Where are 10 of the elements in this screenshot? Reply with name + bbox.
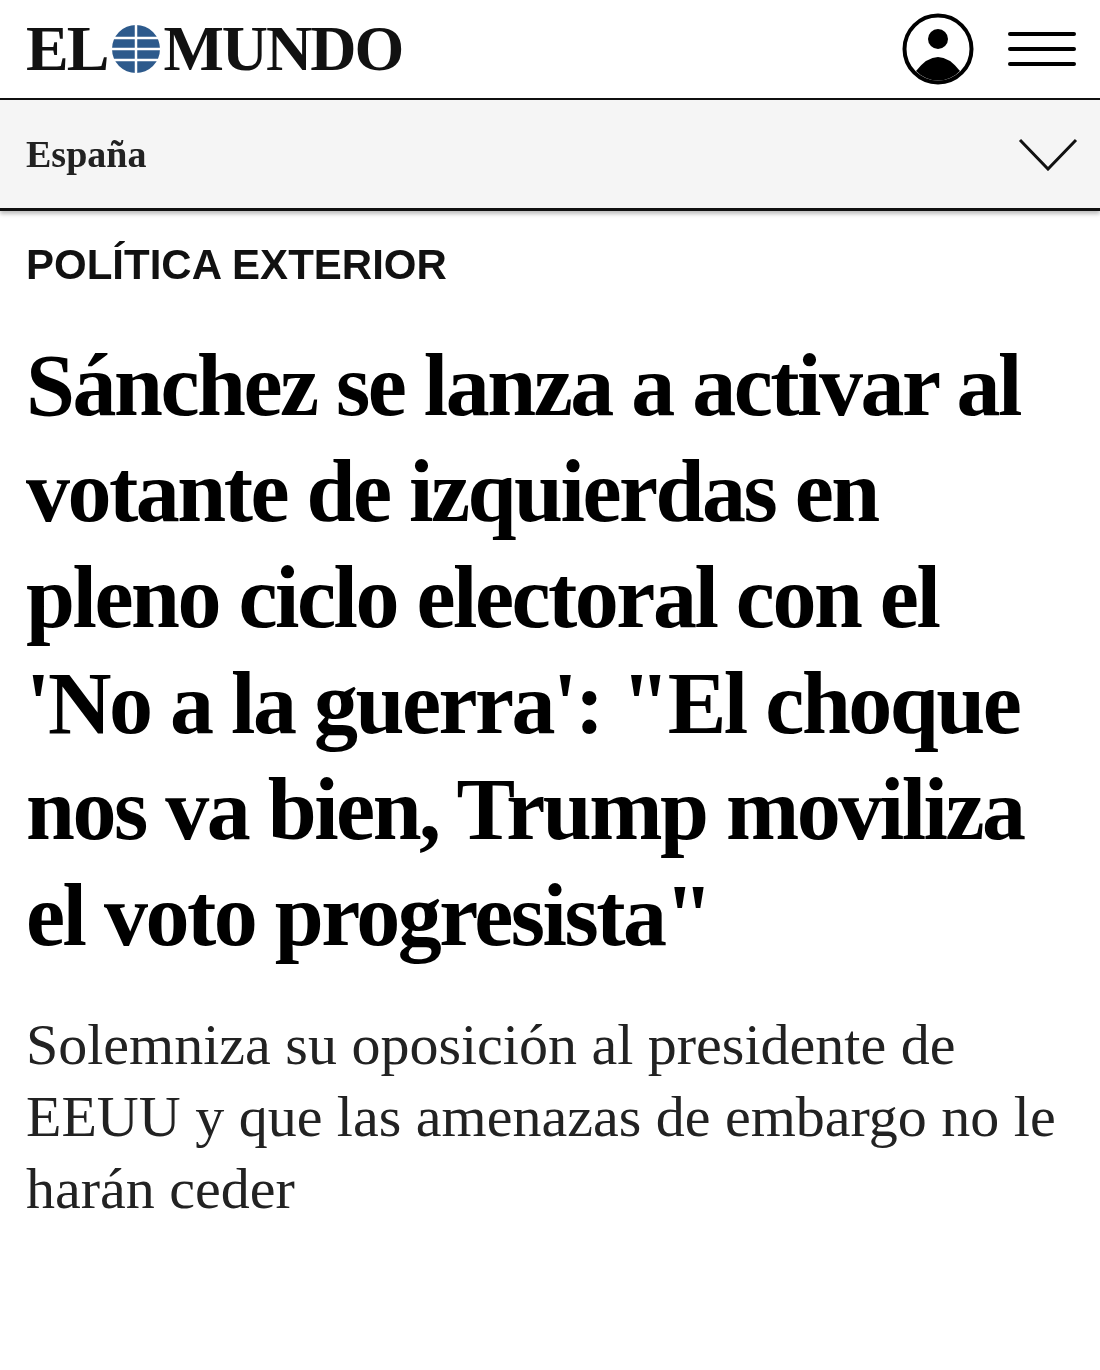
headline: Sánchez se lanza a activar al votante de izquierdas en pleno ciclo electoral con el 'No a la guerra': "El choque nos va bien, Trump moviliza el voto progresista" [26,336,1026,966]
chevron-icon[interactable] [1018,137,1078,171]
logo-text: EL [26,17,108,81]
globe-icon [111,24,162,74]
category-label: POLÍTICA EXTERIOR [26,240,448,290]
logo-text: MUNDO [163,17,403,81]
subtitle: Solemniza su oposición al presidente de EEUU y que las amenazas de embargo no le harán ceder [26,1011,1057,1223]
section-dropdown[interactable]: España [26,132,147,176]
menu-icon[interactable] [1008,31,1076,67]
user-icon[interactable] [902,13,974,85]
